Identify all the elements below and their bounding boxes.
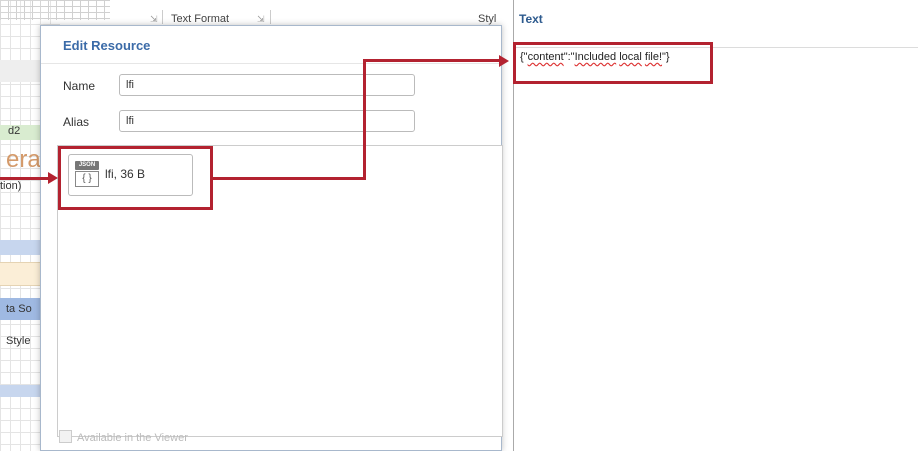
callout-arrowhead-icon: [48, 172, 58, 184]
toolbar-divider: [270, 10, 271, 24]
alias-input[interactable]: lfi: [119, 110, 415, 132]
dialog-divider: [41, 63, 501, 64]
name-input[interactable]: lfi: [119, 74, 415, 96]
sheet-row: [0, 240, 40, 255]
name-label: Name: [63, 79, 96, 93]
text-format-group-label: Text Format: [171, 13, 230, 25]
expand-icon[interactable]: ⇲: [257, 14, 265, 25]
available-in-viewer-checkbox[interactable]: Available in the Viewer: [59, 430, 188, 444]
style-group-label: Styl: [478, 13, 497, 25]
edit-resource-dialog: Edit Resource Name lfi Alias lfi JSON { …: [40, 25, 503, 451]
callout-arrow-line: [0, 177, 48, 180]
callout-connector: [363, 59, 366, 180]
checkbox-icon[interactable]: [59, 430, 72, 443]
callout-connector: [213, 177, 366, 180]
text-panel-title: Text: [519, 12, 543, 26]
resource-highlight-box: [58, 146, 213, 210]
expand-icon[interactable]: ⇲: [150, 14, 158, 25]
callout-arrowhead-icon: [499, 55, 509, 67]
sheet-cell: era: [6, 146, 40, 173]
dialog-title: Edit Resource: [63, 38, 151, 53]
alias-label: Alias: [63, 115, 90, 129]
sheet-cell: Style: [6, 335, 31, 347]
toolbar-divider: [162, 10, 163, 24]
sheet-cell: d2: [0, 125, 40, 140]
content-highlight-box: [513, 42, 713, 84]
sheet-row: [0, 262, 40, 286]
sheet-row: [0, 385, 40, 397]
sheet-cell: ta So: [0, 298, 40, 320]
sheet-row: [0, 60, 40, 82]
callout-connector: [363, 59, 499, 62]
sheet-cell: tion): [0, 180, 22, 192]
available-in-viewer-label: Available in the Viewer: [77, 432, 188, 444]
